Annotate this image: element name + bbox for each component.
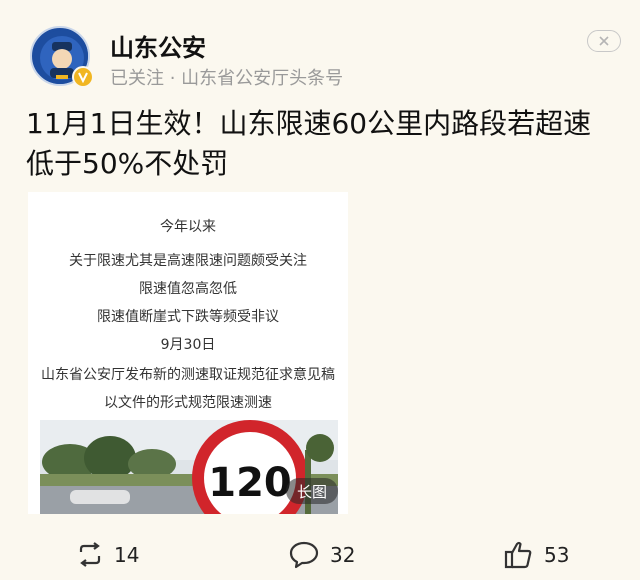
post-header: 山东公安 已关注 · 山东省公安厅头条号 (0, 0, 640, 96)
comment-count: 32 (330, 543, 356, 567)
image-text-line: 限速值忽高忽低 (139, 281, 237, 297)
post-title[interactable]: 11月1日生效！山东限速60公里内路段若超速 低于50%不处罚 (26, 104, 616, 184)
comment-icon (289, 541, 319, 569)
close-button[interactable] (587, 30, 621, 52)
image-text-line: 限速值断崖式下跌等频受非议 (97, 309, 279, 325)
comment-button[interactable]: 32 (288, 540, 355, 570)
image-text-line: 山东省公安厅发布新的测速取证规范征求意见稿 (41, 367, 335, 383)
close-icon (599, 36, 609, 46)
long-image-badge: 长图 (286, 478, 338, 504)
like-button[interactable]: 53 (504, 540, 569, 570)
repost-button[interactable]: 14 (76, 540, 139, 570)
action-bar: 14 32 53 (0, 528, 640, 580)
post-title-line: 低于50%不处罚 (26, 147, 229, 180)
author-meta: 已关注 · 山东省公安厅头条号 (110, 68, 344, 89)
author-name[interactable]: 山东公安 (110, 28, 206, 63)
verified-v-icon (72, 66, 94, 88)
speed-limit-sign-value: 120 (208, 460, 292, 506)
repost-count: 14 (114, 543, 140, 567)
repost-icon (79, 542, 101, 567)
image-text-line: 9月30日 (160, 337, 216, 353)
post-title-line: 11月1日生效！山东限速60公里内路段若超速 (26, 107, 592, 140)
image-text-line: 关于限速尤其是高速限速问题颇受关注 (69, 253, 307, 269)
like-count: 53 (544, 543, 570, 567)
image-text-line: 今年以来 (160, 219, 216, 235)
post-image[interactable]: 今年以来 关于限速尤其是高速限速问题颇受关注 限速值忽高忽低 限速值断崖式下跌等… (28, 192, 348, 514)
thumbs-up-icon (504, 541, 532, 569)
image-text-line: 以文件的形式规范限速测速 (104, 395, 272, 411)
